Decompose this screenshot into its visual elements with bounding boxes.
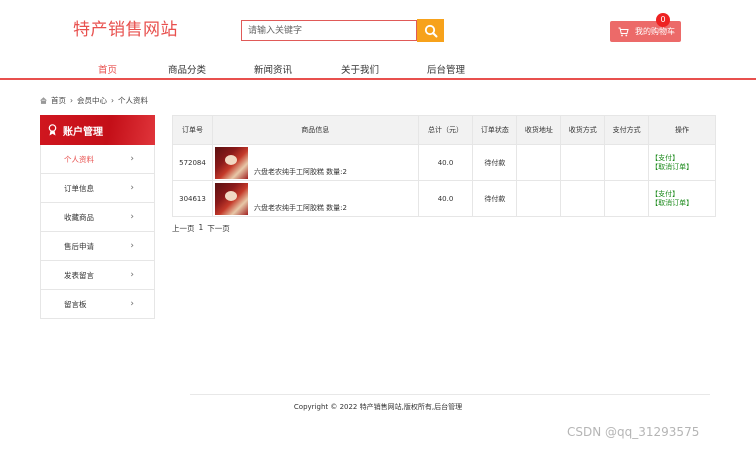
order-delivery <box>560 144 606 181</box>
column-header: 支付方式 <box>604 115 650 145</box>
column-header: 操作 <box>648 115 716 145</box>
breadcrumb: 首页 › 会员中心 › 个人资料 <box>40 95 148 106</box>
site-title[interactable]: 特产销售网站 <box>73 15 178 40</box>
breadcrumb-profile: 个人资料 <box>118 96 148 105</box>
column-header: 收货方式 <box>560 115 606 145</box>
pay-link[interactable]: 【支付】 <box>649 190 715 199</box>
order-payment <box>604 144 650 181</box>
footer-copyright: Copyright © 2022 特产销售网站,版权所有,后台管理 <box>293 403 463 411</box>
nav-about[interactable]: 关于我们 <box>341 62 379 76</box>
sidebar-item-post-message[interactable]: 发表留言 › <box>40 261 155 290</box>
column-header: 收货地址 <box>516 115 562 145</box>
sidebar-item-label: 售后申请 <box>64 241 94 251</box>
order-address <box>516 144 562 181</box>
order-id: 572084 <box>172 144 213 181</box>
next-page-link[interactable]: 下一页 <box>207 223 230 234</box>
pay-link[interactable]: 【支付】 <box>649 154 715 163</box>
order-address <box>516 180 562 217</box>
sidebar-item-label: 订单信息 <box>64 183 94 193</box>
sidebar-item-label: 个人资料 <box>64 154 94 164</box>
search-button[interactable] <box>417 19 444 42</box>
column-header: 商品信息 <box>211 115 419 145</box>
pagination: 上一页 1 下一页 <box>172 223 230 234</box>
product-cell: 六盘老农纯手工阿胶糕 数量:2 <box>211 180 419 217</box>
sidebar-item-orders[interactable]: 订单信息 › <box>40 174 155 203</box>
chevron-right-icon: › <box>130 183 134 193</box>
order-delivery <box>560 180 606 217</box>
breadcrumb-member-center[interactable]: 会员中心 <box>77 95 107 106</box>
nav-news[interactable]: 新闻资讯 <box>254 62 292 76</box>
breadcrumb-home[interactable]: 首页 <box>51 95 66 106</box>
nav-home[interactable]: 首页 <box>98 62 117 76</box>
product-name[interactable]: 六盘老农纯手工阿胶糕 数量:2 <box>254 203 347 213</box>
search-input[interactable] <box>241 20 417 41</box>
cart-button[interactable]: 我的购物车 <box>610 21 681 42</box>
column-header: 订单状态 <box>472 115 518 145</box>
order-total: 40.0 <box>417 180 474 217</box>
table-header-row: 订单号 商品信息 总计（元） 订单状态 收货地址 收货方式 支付方式 操作 <box>172 115 716 145</box>
sidebar-item-after-sales[interactable]: 售后申请 › <box>40 232 155 261</box>
chevron-right-icon: › <box>130 299 134 309</box>
chevron-right-icon: › <box>130 241 134 251</box>
order-status: 待付款 <box>472 144 518 181</box>
product-name[interactable]: 六盘老农纯手工阿胶糕 数量:2 <box>254 167 347 177</box>
sidebar-item-label: 发表留言 <box>64 270 94 280</box>
watermark: CSDN @qq_31293575 <box>567 425 700 439</box>
product-thumbnail[interactable] <box>214 182 248 215</box>
cart-label: 我的购物车 <box>635 27 675 36</box>
cancel-order-link[interactable]: 【取消订单】 <box>649 163 715 172</box>
cart-icon <box>618 27 629 36</box>
page: 特产销售网站 我的购物车 0 首页 商品分类 新闻资讯 关于我们 后台管理 首页… <box>0 0 756 456</box>
order-actions: 【支付】 【取消订单】 <box>648 180 716 217</box>
order-total: 40.0 <box>417 144 474 181</box>
search-icon <box>424 24 437 37</box>
home-icon <box>40 97 47 104</box>
table-row: 572084 六盘老农纯手工阿胶糕 数量:2 40.0 待付款 【支付】 【取消… <box>172 144 716 181</box>
chevron-right-icon: › <box>130 270 134 280</box>
order-id: 304613 <box>172 180 213 217</box>
order-status: 待付款 <box>472 180 518 217</box>
column-header: 总计（元） <box>417 115 474 145</box>
sidebar-item-message-board[interactable]: 留言板 › <box>40 290 155 319</box>
orders-table: 订单号 商品信息 总计（元） 订单状态 收货地址 收货方式 支付方式 操作 57… <box>172 115 716 217</box>
sidebar-item-favorites[interactable]: 收藏商品 › <box>40 203 155 232</box>
breadcrumb-separator: › <box>70 96 73 105</box>
prev-page-link[interactable]: 上一页 <box>172 223 195 234</box>
sidebar-item-label: 留言板 <box>64 299 87 309</box>
product-thumbnail[interactable] <box>214 146 248 179</box>
main-nav: 首页 商品分类 新闻资讯 关于我们 后台管理 <box>0 56 756 80</box>
ribbon-icon <box>48 124 57 136</box>
sidebar-header: 账户管理 <box>40 115 155 145</box>
current-page: 1 <box>198 223 204 232</box>
footer-divider <box>190 394 710 395</box>
nav-categories[interactable]: 商品分类 <box>168 62 206 76</box>
sidebar-item-label: 收藏商品 <box>64 212 94 222</box>
chevron-right-icon: › <box>130 212 134 222</box>
sidebar-title: 账户管理 <box>63 126 103 138</box>
table-row: 304613 六盘老农纯手工阿胶糕 数量:2 40.0 待付款 【支付】 【取消… <box>172 180 716 217</box>
product-cell: 六盘老农纯手工阿胶糕 数量:2 <box>211 144 419 181</box>
account-sidebar: 账户管理 个人资料 › 订单信息 › 收藏商品 › 售后申请 › 发表留言 › 留言板 › <box>40 115 155 319</box>
breadcrumb-separator: › <box>111 96 114 105</box>
sidebar-item-profile[interactable]: 个人资料 › <box>40 145 155 174</box>
nav-admin[interactable]: 后台管理 <box>427 62 465 76</box>
chevron-right-icon: › <box>130 154 134 164</box>
order-actions: 【支付】 【取消订单】 <box>648 144 716 181</box>
cancel-order-link[interactable]: 【取消订单】 <box>649 199 715 208</box>
cart-count-badge: 0 <box>656 13 670 27</box>
order-payment <box>604 180 650 217</box>
column-header: 订单号 <box>172 115 213 145</box>
